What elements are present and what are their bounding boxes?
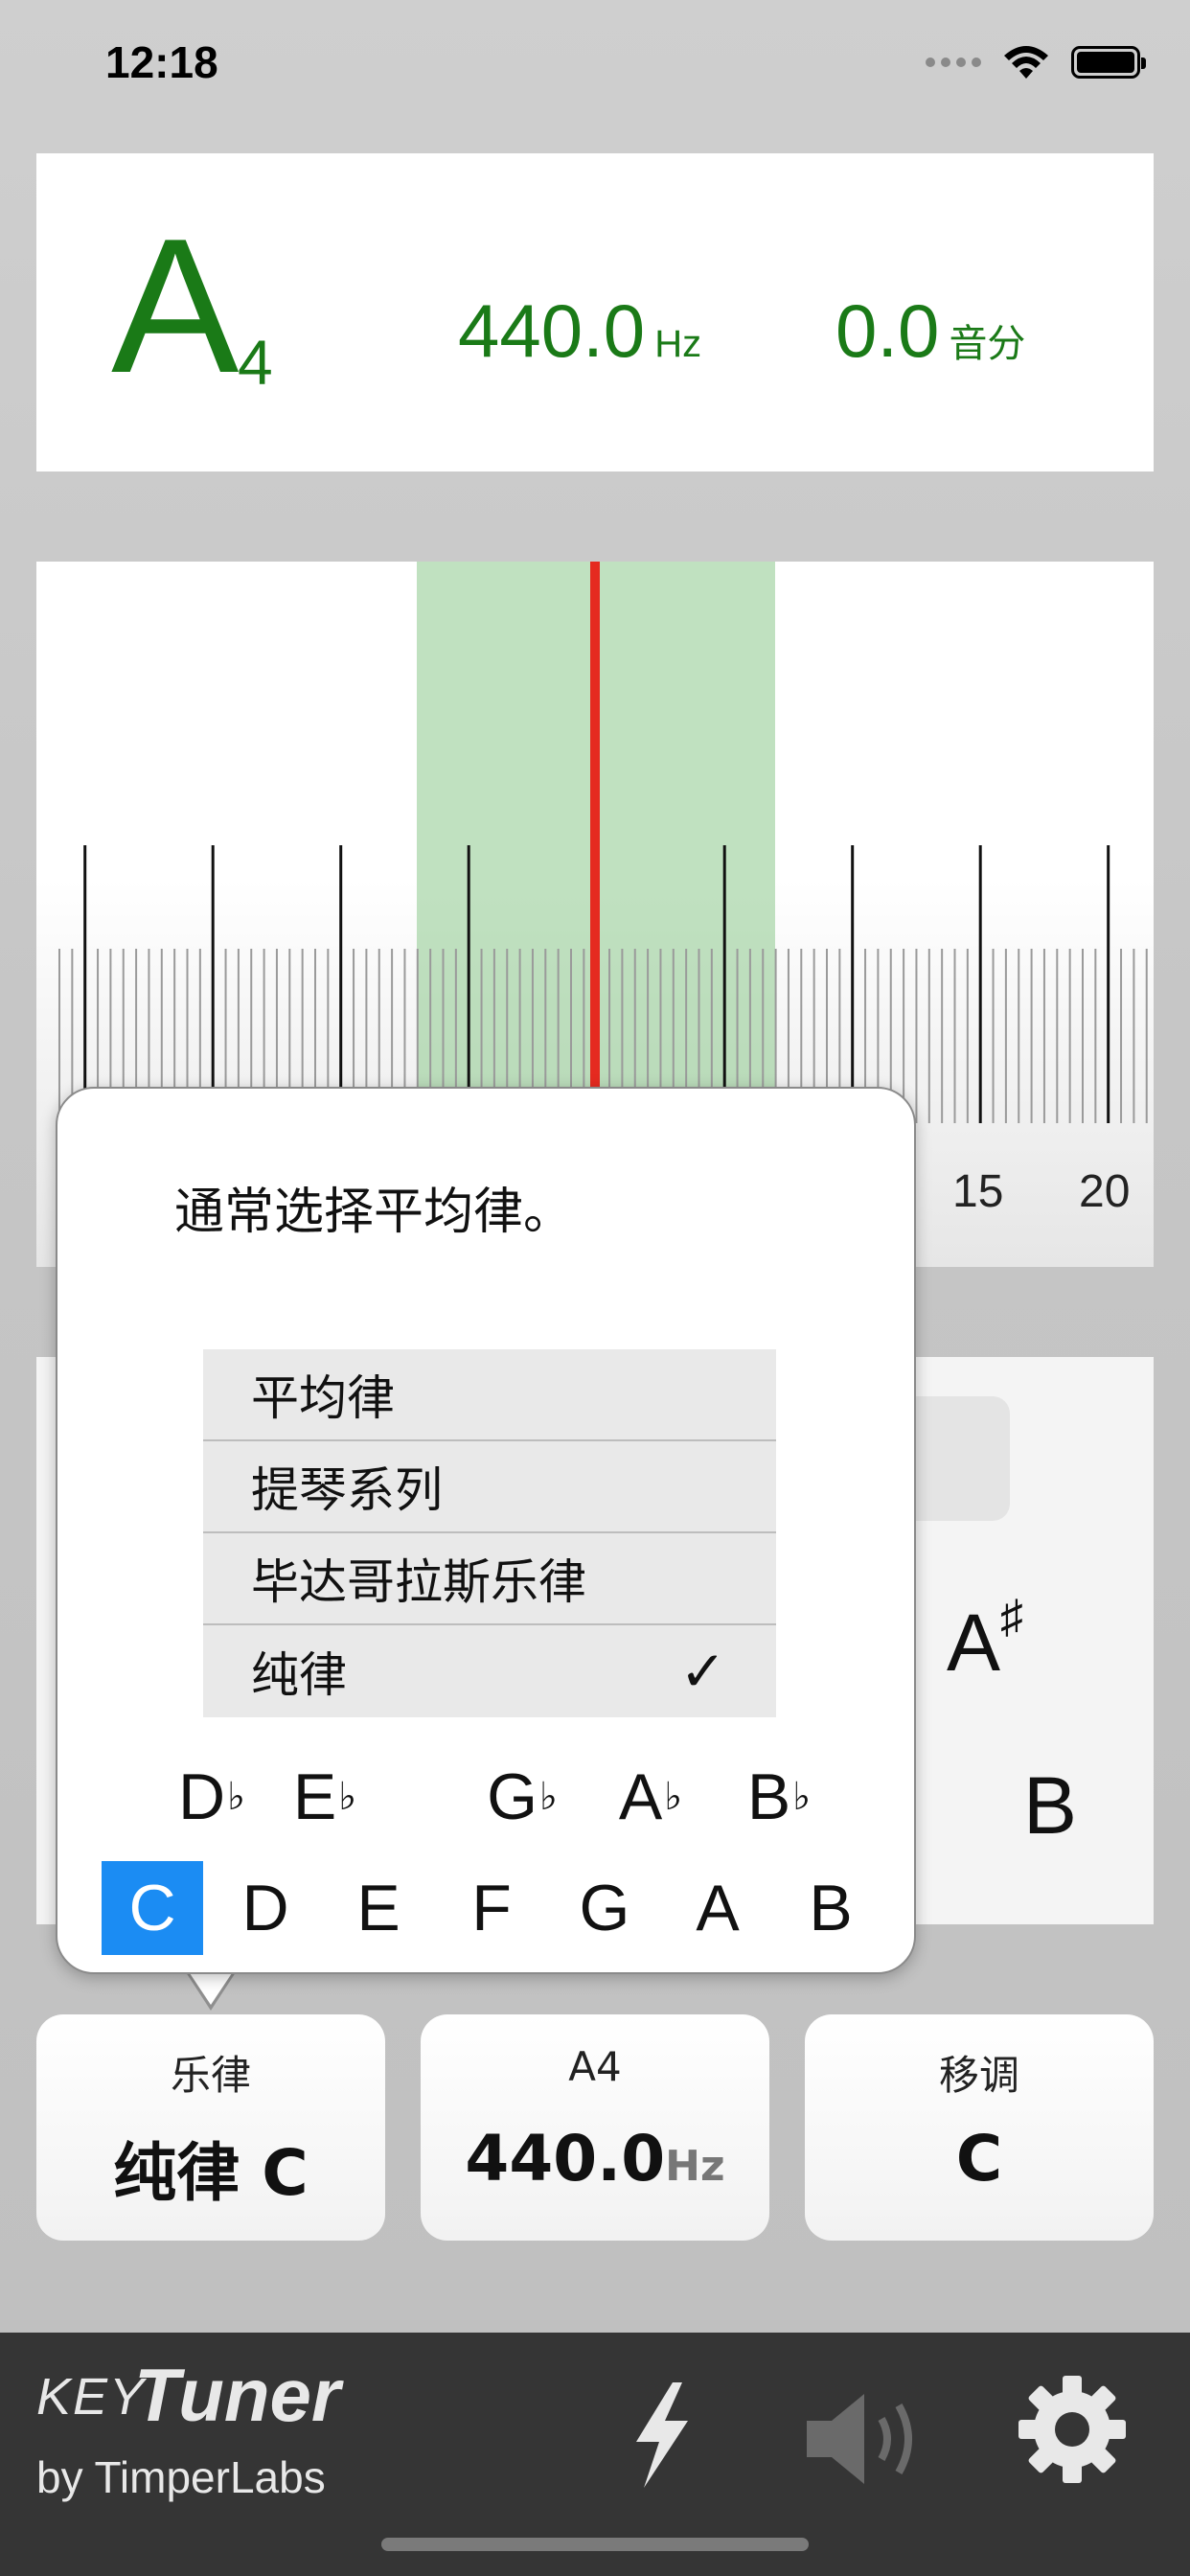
flat-key-row: D ♭ E ♭ G ♭ A ♭ B ♭ — [57, 1750, 918, 1855]
note-display: A 4 440.0 Hz 0.0 音分 — [36, 153, 1154, 472]
popup-hint: 通常选择平均律。 — [174, 1184, 574, 1241]
key-b-flat[interactable]: B ♭ — [728, 1750, 830, 1844]
tuning-needle — [590, 562, 600, 1098]
a4-card-value: 440.0Hz — [465, 2122, 725, 2196]
key-e[interactable]: E — [328, 1861, 429, 1955]
scale-label-20: 20 — [1079, 1166, 1131, 1217]
checkmark-icon: ✓ — [679, 1639, 726, 1704]
signal-icon — [926, 58, 981, 67]
transpose-card[interactable]: 移调 C — [805, 2014, 1154, 2241]
status-time: 12:18 — [105, 37, 218, 87]
wifi-icon — [1004, 46, 1048, 79]
key-a[interactable]: A — [667, 1861, 768, 1955]
note-octave: 4 — [238, 327, 273, 398]
key-g-flat[interactable]: G ♭ — [471, 1750, 573, 1844]
key-c[interactable]: C — [102, 1861, 203, 1955]
temperament-list: 平均律 提琴系列 毕达哥拉斯乐律 纯律 ✓ — [203, 1349, 776, 1717]
temperament-card-label: 乐律 — [170, 2052, 251, 2099]
temperament-item-violin[interactable]: 提琴系列 — [203, 1441, 776, 1533]
key-g[interactable]: G — [554, 1861, 655, 1955]
brand-key: KEY — [36, 2368, 147, 2426]
key-e-flat[interactable]: E ♭ — [274, 1750, 376, 1844]
temperament-item-just[interactable]: 纯律 ✓ — [203, 1625, 776, 1717]
temperament-popup: 通常选择平均律。 平均律 提琴系列 毕达哥拉斯乐律 纯律 ✓ D ♭ E ♭ G ♭ A… — [56, 1087, 916, 1974]
cents-readout: 0.0 音分 — [835, 288, 1025, 375]
temperament-item-equal[interactable]: 平均律 — [203, 1349, 776, 1441]
cents-unit: 音分 — [949, 323, 1026, 365]
natural-key-row: C D E F G A B — [57, 1861, 918, 1957]
brand-by: by TimperLabs — [36, 2452, 326, 2502]
home-indicator — [381, 2538, 809, 2551]
frequency-unit: Hz — [654, 323, 702, 365]
status-indicators — [926, 44, 1146, 80]
transpose-card-value: C — [955, 2122, 1003, 2196]
temperament-card[interactable]: 乐律 纯律 C — [36, 2014, 385, 2241]
key-f[interactable]: F — [441, 1861, 542, 1955]
gear-icon[interactable] — [1018, 2375, 1127, 2484]
a4-card[interactable]: A4 440.0Hz — [421, 2014, 769, 2241]
note-name: A — [111, 199, 240, 413]
key-d[interactable]: D — [215, 1861, 316, 1955]
temperament-card-value: 纯律 C — [113, 2136, 309, 2210]
key-d-flat[interactable]: D ♭ — [161, 1750, 263, 1844]
speaker-icon[interactable] — [803, 2386, 937, 2492]
key-b[interactable]: B — [1023, 1760, 1077, 1852]
cents-value: 0.0 — [835, 288, 940, 373]
scale-label-15: 15 — [952, 1166, 1004, 1217]
frequency-readout: 440.0 Hz — [458, 288, 701, 375]
bolt-icon[interactable] — [623, 2382, 699, 2488]
brand-tuner: Tuner — [134, 2353, 341, 2437]
temperament-item-pythagorean[interactable]: 毕达哥拉斯乐律 — [203, 1533, 776, 1625]
frequency-value: 440.0 — [458, 288, 646, 373]
a4-card-label: A4 — [568, 2043, 622, 2090]
transpose-card-label: 移调 — [938, 2052, 1019, 2099]
battery-icon — [1071, 46, 1146, 79]
key-a-flat[interactable]: A ♭ — [600, 1750, 701, 1844]
key-a-sharp[interactable]: A♯ — [947, 1591, 1023, 1690]
key-b-natural[interactable]: B — [780, 1861, 881, 1955]
status-bar: 12:18 — [0, 0, 1190, 134]
